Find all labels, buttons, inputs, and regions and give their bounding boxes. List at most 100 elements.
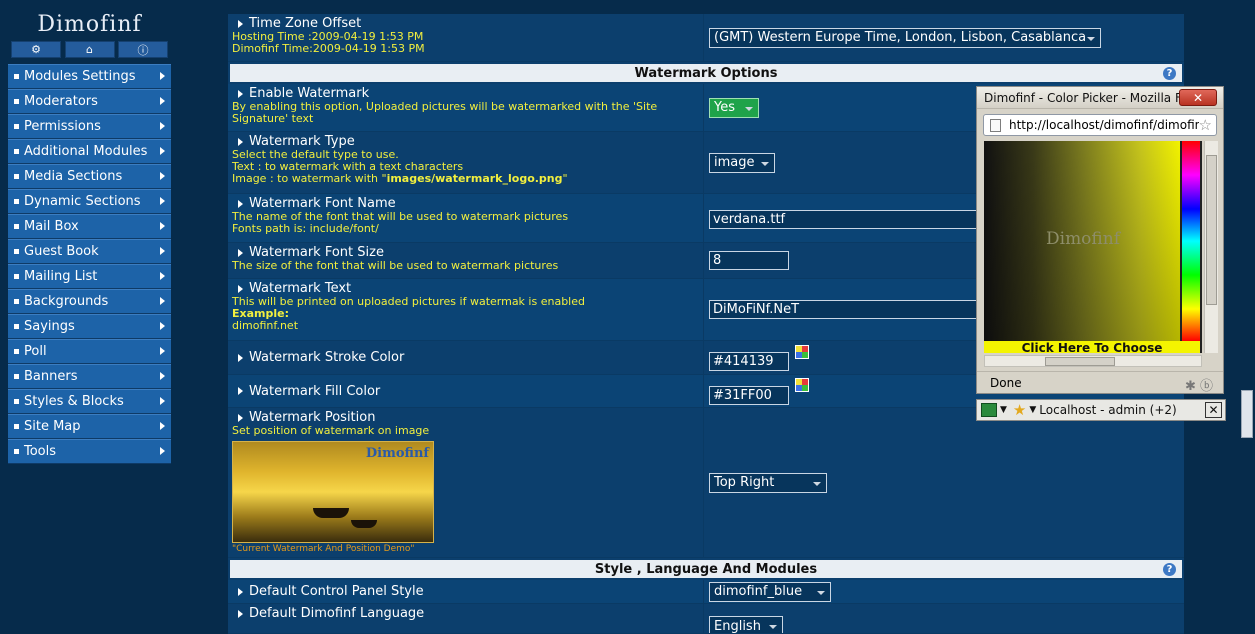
select-value: Yes: [714, 100, 735, 115]
color-picker-icon[interactable]: [795, 378, 809, 392]
sidebar: Dimofinf ⚙ ⌂ ⓘ Modules Settings Moderato…: [8, 10, 171, 464]
chevron-down-icon: [813, 481, 821, 486]
setting-label-cell: Default Dimofinf Language: [228, 604, 704, 633]
watermark-type-select[interactable]: image: [709, 152, 775, 173]
sidebar-item-tools[interactable]: Tools: [8, 439, 171, 464]
app-icon[interactable]: [981, 403, 997, 417]
scrollbar-thumb[interactable]: [1206, 155, 1217, 305]
help-icon[interactable]: ?: [1163, 563, 1176, 576]
sidebar-item-moderators[interactable]: Moderators: [8, 89, 171, 114]
sidebar-item-dynamic-sections[interactable]: Dynamic Sections: [8, 189, 171, 214]
sidebar-item-modules-settings[interactable]: Modules Settings: [8, 64, 171, 89]
setting-label-cell: Watermark Text This will be printed on u…: [228, 279, 704, 340]
chevron-right-icon: [160, 222, 165, 230]
setting-value-cell: (GMT) Western Europe Time, London, Lisbo…: [704, 14, 1184, 61]
setting-desc: Example:: [232, 308, 699, 320]
triangle-icon: [238, 248, 243, 257]
bullet-icon: [14, 399, 19, 404]
sidebar-item-label: Banners: [24, 369, 78, 384]
sidebar-item-mailing-list[interactable]: Mailing List: [8, 264, 171, 289]
sidebar-item-label: Tools: [24, 444, 57, 459]
enable-watermark-select[interactable]: Yes: [709, 97, 759, 118]
sidebar-item-banners[interactable]: Banners: [8, 364, 171, 389]
setting-value-cell: dimofinf_blue: [704, 580, 1184, 603]
section-title: Watermark Options: [634, 65, 778, 81]
window-title: Dimofinf - Color Picker - Mozilla F...: [984, 90, 1192, 105]
sidebar-item-label: Moderators: [24, 94, 98, 109]
setting-title-text: Default Dimofinf Language: [249, 606, 425, 621]
help-icon[interactable]: ?: [1163, 67, 1176, 80]
setting-title: Watermark Text: [232, 281, 699, 296]
sidebar-item-guest-book[interactable]: Guest Book: [8, 239, 171, 264]
star-icon[interactable]: ★: [1013, 401, 1026, 419]
page-scrollbar[interactable]: [1239, 0, 1255, 634]
chevron-right-icon: [160, 372, 165, 380]
triangle-icon: [238, 137, 243, 146]
sidebar-item-backgrounds[interactable]: Backgrounds: [8, 289, 171, 314]
setting-row-watermark-position: Watermark Position Set position of water…: [228, 408, 1184, 558]
color-picker-icon[interactable]: [795, 344, 809, 359]
url-bar[interactable]: http://localhost/dimofinf/dimofinf ☆: [983, 114, 1217, 136]
font-name-input[interactable]: verdana.ttf: [709, 210, 981, 229]
setting-value-cell: English: [704, 604, 1184, 633]
chevron-down-icon: [817, 590, 825, 595]
select-value: image: [714, 155, 755, 170]
taskbar-label[interactable]: Localhost - admin (+2): [1039, 403, 1176, 417]
setting-label-cell: Default Control Panel Style: [228, 580, 704, 603]
bullet-icon: [14, 149, 19, 154]
language-select[interactable]: English: [709, 616, 783, 633]
sidebar-item-mail-box[interactable]: Mail Box: [8, 214, 171, 239]
setting-row-language: Default Dimofinf Language English: [228, 604, 1184, 634]
sidebar-item-additional-modules[interactable]: Additional Modules: [8, 139, 171, 164]
close-button[interactable]: ✕: [1179, 89, 1217, 106]
sidebar-item-sayings[interactable]: Sayings: [8, 314, 171, 339]
setting-label-cell: Watermark Stroke Color: [228, 341, 704, 374]
chevron-right-icon: [160, 197, 165, 205]
vertical-scrollbar[interactable]: [1204, 141, 1218, 353]
status-text: Done: [990, 375, 1022, 390]
boat-shape: [313, 508, 349, 518]
setting-title: Watermark Stroke Color: [232, 350, 404, 365]
sidebar-item-permissions[interactable]: Permissions: [8, 114, 171, 139]
bullet-icon: [14, 249, 19, 254]
desc-text: ": [562, 172, 568, 185]
choose-color-button[interactable]: Click Here To Choose: [984, 341, 1200, 353]
chevron-down-icon[interactable]: ▼: [1029, 405, 1036, 415]
setting-label-cell: Watermark Position Set position of water…: [228, 408, 704, 557]
setting-title: Time Zone Offset: [232, 16, 699, 31]
bullet-icon: [14, 174, 19, 179]
fill-color-input[interactable]: #31FF00: [709, 385, 789, 405]
setting-title-text: Enable Watermark: [249, 86, 370, 101]
hue-slider[interactable]: [1182, 141, 1200, 341]
close-icon[interactable]: ✕: [1205, 402, 1222, 418]
bullet-icon: [14, 274, 19, 279]
horizontal-scrollbar[interactable]: [984, 355, 1202, 367]
info-icon[interactable]: ⓘ: [118, 41, 168, 58]
setting-title-text: Watermark Font Size: [249, 245, 384, 260]
scrollbar-thumb[interactable]: [1241, 390, 1253, 438]
chevron-right-icon: [160, 147, 165, 155]
home-icon[interactable]: ⌂: [64, 41, 115, 58]
sidebar-item-site-map[interactable]: Site Map: [8, 414, 171, 439]
sidebar-item-styles-blocks[interactable]: Styles & Blocks: [8, 389, 171, 414]
setting-title: Enable Watermark: [232, 86, 699, 101]
font-size-input[interactable]: 8: [709, 251, 789, 270]
setting-title: Watermark Fill Color: [232, 384, 380, 399]
watermark-position-select[interactable]: Top Right: [709, 472, 827, 493]
sidebar-item-media-sections[interactable]: Media Sections: [8, 164, 171, 189]
triangle-icon: [238, 413, 243, 422]
sidebar-item-label: Dynamic Sections: [24, 194, 141, 209]
watermark-text-input[interactable]: DiMoFiNf.NeT: [709, 300, 981, 319]
gear-icon[interactable]: ⚙: [11, 41, 61, 58]
cp-style-select[interactable]: dimofinf_blue: [709, 581, 831, 602]
bookmark-star-icon[interactable]: ☆: [1198, 116, 1212, 134]
sidebar-item-label: Mailing List: [24, 269, 98, 284]
sidebar-item-poll[interactable]: Poll: [8, 339, 171, 364]
chevron-down-icon: [745, 106, 753, 111]
stroke-color-input[interactable]: #414139: [709, 352, 789, 371]
sidebar-item-label: Site Map: [24, 419, 81, 434]
timezone-select[interactable]: (GMT) Western Europe Time, London, Lisbo…: [709, 27, 1101, 48]
setting-title: Watermark Font Size: [232, 245, 699, 260]
scrollbar-thumb[interactable]: [1045, 357, 1115, 366]
chevron-down-icon[interactable]: ▼: [1000, 405, 1007, 415]
